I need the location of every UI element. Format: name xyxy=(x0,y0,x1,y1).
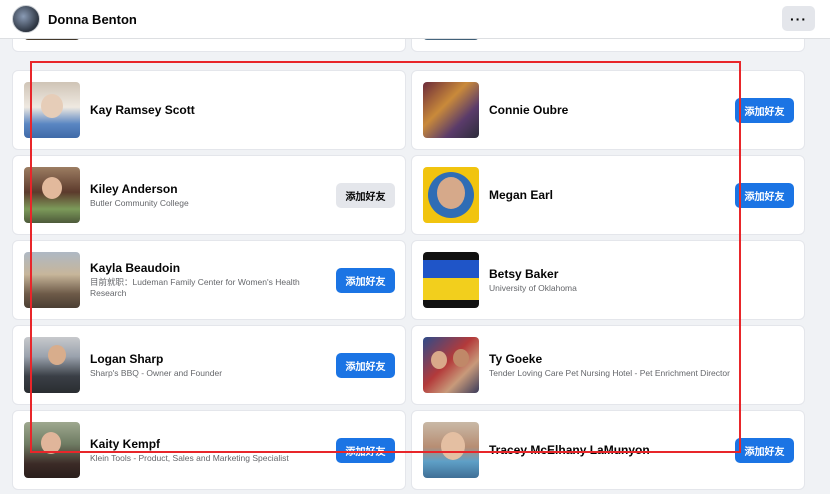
friend-name[interactable]: Kaity Kempf xyxy=(90,437,309,452)
friend-photo[interactable] xyxy=(423,167,479,223)
friend-subtitle: Butler Community College xyxy=(90,197,189,208)
friend-info: Betsy Baker University of Oklahoma xyxy=(489,241,794,319)
friend-name[interactable]: Kay Ramsey Scott xyxy=(90,103,395,118)
add-friend-button[interactable]: 添加好友 xyxy=(336,438,395,463)
friend-info: Logan Sharp Sharp's BBQ - Owner and Foun… xyxy=(90,326,309,404)
friend-info: Connie Oubre xyxy=(489,71,708,149)
add-friend-button[interactable]: 添加好友 xyxy=(735,438,794,463)
friend-subtitle: University of Oklahoma xyxy=(489,282,577,293)
friends-grid: Kay Ramsey Scott Connie Oubre 添加好友 Kiley… xyxy=(0,0,830,494)
friend-name[interactable]: Logan Sharp xyxy=(90,352,309,367)
friend-name[interactable]: Kayla Beaudoin xyxy=(90,261,309,276)
friend-photo[interactable] xyxy=(423,422,479,478)
friend-photo[interactable] xyxy=(423,337,479,393)
friend-info: Ty Goeke Tender Loving Care Pet Nursing … xyxy=(489,326,794,404)
add-friend-button[interactable]: 添加好友 xyxy=(336,353,395,378)
add-friend-button[interactable]: 添加好友 xyxy=(336,268,395,293)
friend-photo[interactable] xyxy=(24,422,80,478)
friend-info: Tracey McElhany LaMunyon xyxy=(489,411,708,489)
friend-card: Connie Oubre 添加好友 xyxy=(411,70,805,150)
friend-subtitle: Klein Tools - Product, Sales and Marketi… xyxy=(90,452,289,463)
friend-card: Ty Goeke Tender Loving Care Pet Nursing … xyxy=(411,325,805,405)
friend-subtitle: Sharp's BBQ - Owner and Founder xyxy=(90,367,223,378)
friend-name[interactable]: Betsy Baker xyxy=(489,267,794,282)
friend-info: Kayla Beaudoin 目前就职：Ludeman Family Cente… xyxy=(90,241,309,319)
friend-name[interactable]: Megan Earl xyxy=(489,188,708,203)
friend-name[interactable]: Kiley Anderson xyxy=(90,182,309,197)
profile-avatar[interactable] xyxy=(12,5,40,33)
add-friend-button[interactable]: 添加好友 xyxy=(735,98,794,123)
more-options-button[interactable]: ··· xyxy=(782,6,815,31)
friend-card: Logan Sharp Sharp's BBQ - Owner and Foun… xyxy=(12,325,406,405)
friend-photo[interactable] xyxy=(24,252,80,308)
friend-name[interactable]: Tracey McElhany LaMunyon xyxy=(489,443,708,458)
friend-info: Kiley Anderson Butler Community College xyxy=(90,156,309,234)
add-friend-button[interactable]: 添加好友 xyxy=(735,183,794,208)
friend-card: Kay Ramsey Scott xyxy=(12,70,406,150)
friend-card: Tracey McElhany LaMunyon 添加好友 xyxy=(411,410,805,490)
friend-card: Betsy Baker University of Oklahoma xyxy=(411,240,805,320)
top-bar: Donna Benton ··· xyxy=(0,0,830,39)
friend-subtitle: Tender Loving Care Pet Nursing Hotel - P… xyxy=(489,367,730,378)
friend-card: Kaity Kempf Klein Tools - Product, Sales… xyxy=(12,410,406,490)
friend-info: Megan Earl xyxy=(489,156,708,234)
friend-photo[interactable] xyxy=(423,252,479,308)
friend-card: Kiley Anderson Butler Community College … xyxy=(12,155,406,235)
friend-name[interactable]: Ty Goeke xyxy=(489,352,794,367)
friend-photo[interactable] xyxy=(24,337,80,393)
friend-name[interactable]: Connie Oubre xyxy=(489,103,708,118)
friend-photo[interactable] xyxy=(24,167,80,223)
friend-info: Kay Ramsey Scott xyxy=(90,71,395,149)
friend-card: Megan Earl 添加好友 xyxy=(411,155,805,235)
friend-photo[interactable] xyxy=(423,82,479,138)
profile-name[interactable]: Donna Benton xyxy=(48,12,137,27)
friend-card: Kayla Beaudoin 目前就职：Ludeman Family Cente… xyxy=(12,240,406,320)
friend-info: Kaity Kempf Klein Tools - Product, Sales… xyxy=(90,411,309,489)
friend-photo[interactable] xyxy=(24,82,80,138)
friend-subtitle: 目前就职：Ludeman Family Center for Women's H… xyxy=(90,277,300,298)
add-friend-button[interactable]: 添加好友 xyxy=(336,183,395,208)
